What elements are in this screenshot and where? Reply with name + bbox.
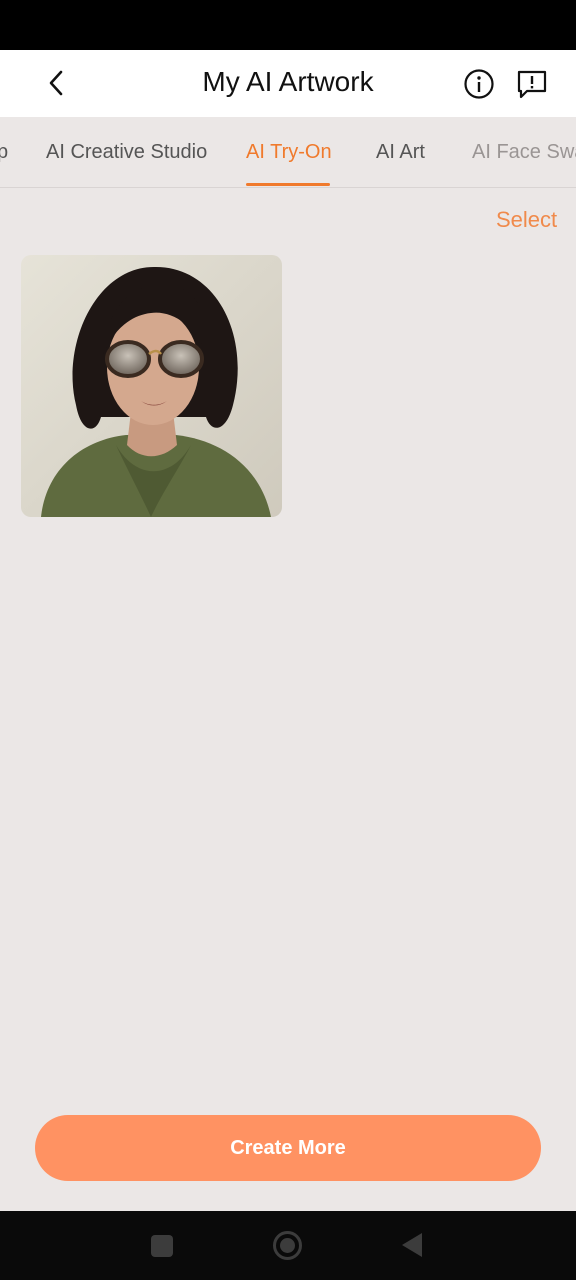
tab-prev[interactable]: p: [0, 141, 8, 164]
info-circle-icon: [464, 69, 494, 99]
feedback-button[interactable]: [514, 67, 550, 101]
app-header: My AI Artwork: [0, 50, 576, 117]
info-button[interactable]: [462, 67, 496, 101]
status-bar: [0, 0, 576, 50]
tab-ai-try-on[interactable]: AI Try-On: [246, 141, 332, 164]
artwork-thumbnail[interactable]: [21, 255, 282, 517]
tab-ai-face-swap[interactable]: AI Face Swa: [472, 141, 576, 164]
tab-ai-creative-studio[interactable]: AI Creative Studio: [46, 141, 207, 164]
tab-bar: p AI Creative Studio AI Try-On AI Art AI…: [0, 117, 576, 188]
recent-apps-button[interactable]: [151, 1235, 173, 1257]
active-tab-indicator: [246, 183, 330, 186]
create-more-button[interactable]: Create More: [35, 1115, 541, 1181]
feedback-alert-icon: [517, 70, 547, 99]
home-button-icon[interactable]: [272, 1230, 303, 1261]
select-button[interactable]: Select: [496, 207, 557, 233]
artwork-image: [21, 255, 282, 517]
tab-ai-art[interactable]: AI Art: [376, 141, 425, 164]
create-more-label: Create More: [230, 1136, 346, 1159]
system-nav-bar: [0, 1211, 576, 1280]
back-triangle-icon[interactable]: [400, 1231, 424, 1259]
